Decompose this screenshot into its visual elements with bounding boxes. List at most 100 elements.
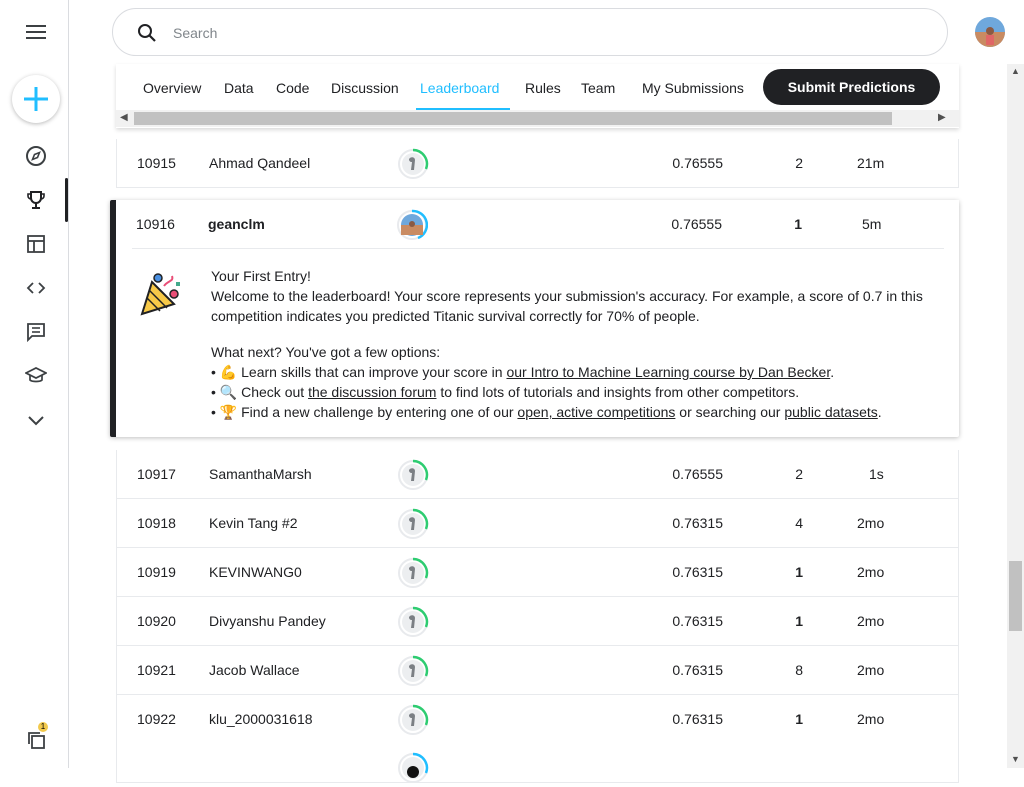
team-avatar[interactable] — [397, 606, 429, 638]
team-avatar[interactable] — [397, 704, 429, 736]
left-nav-rail: 1 — [0, 0, 69, 768]
score: 0.76555 — [672, 466, 723, 482]
user-avatar[interactable] — [975, 17, 1005, 47]
learn-icon[interactable] — [20, 360, 52, 392]
message-next: What next? You've got a few options: — [211, 344, 441, 360]
option-item-learn: • 💪 Learn skills that can improve your s… — [211, 364, 835, 380]
tab-overview[interactable]: Overview — [143, 80, 201, 96]
search-bar — [112, 8, 948, 56]
scrollbar-thumb[interactable] — [1009, 561, 1022, 631]
last-submission: 5m — [862, 216, 882, 232]
tab-my-submissions[interactable]: My Submissions — [642, 80, 744, 96]
my-row[interactable]: 10916 geanclm 0.76555 1 5m — [116, 200, 959, 249]
code-icon[interactable] — [20, 272, 52, 304]
message-body: Welcome to the leaderboard! Your score r… — [211, 288, 923, 324]
table-row[interactable]: 10920 Divyanshu Pandey 0.76315 1 2mo — [116, 597, 959, 646]
team-name[interactable]: klu_2000031618 — [209, 711, 313, 727]
team-avatar[interactable] — [397, 557, 429, 589]
rank: 10921 — [137, 662, 176, 678]
compass-icon[interactable] — [20, 140, 52, 172]
discussion-forum-link[interactable]: the discussion forum — [308, 384, 436, 400]
entries: 1 — [795, 613, 803, 629]
rank: 10918 — [137, 515, 176, 531]
scroll-down-icon[interactable]: ▼ — [1011, 754, 1020, 764]
last-submission: 2mo — [857, 564, 885, 580]
entries: 8 — [795, 662, 803, 678]
table-icon[interactable] — [20, 228, 52, 260]
table-row[interactable]: 10921 Jacob Wallace 0.76315 8 2mo — [116, 646, 959, 695]
rank: 10917 — [137, 466, 176, 482]
last-submission: 2mo — [857, 515, 885, 531]
table-row[interactable]: 10922 klu_2000031618 0.76315 1 2mo — [116, 695, 959, 744]
score: 0.76555 — [672, 155, 723, 171]
intro-ml-course-link[interactable]: our Intro to Machine Learning course by … — [506, 364, 830, 380]
horizontal-scrollbar[interactable]: ◀ ▶ — [116, 110, 959, 127]
divider — [132, 248, 944, 249]
active-indicator — [65, 178, 68, 222]
competition-tabs: Overview Data Code Discussion Leaderboar… — [116, 64, 959, 128]
plus-icon — [24, 87, 48, 111]
entries: 4 — [795, 515, 803, 531]
score: 0.76555 — [671, 216, 722, 232]
score: 0.76315 — [672, 515, 723, 531]
table-row[interactable]: 10917 SamanthaMarsh 0.76555 2 1s — [116, 450, 959, 499]
team-avatar[interactable] — [397, 148, 429, 180]
option-item-competitions: • 🏆 Find a new challenge by entering one… — [211, 404, 882, 420]
entries: 1 — [795, 711, 803, 727]
last-submission: 2mo — [857, 662, 885, 678]
discussion-icon[interactable] — [20, 316, 52, 348]
scrollbar-thumb[interactable] — [134, 112, 892, 125]
table-row-partial[interactable] — [116, 743, 959, 783]
score: 0.76315 — [672, 662, 723, 678]
submit-predictions-button[interactable]: Submit Predictions — [763, 69, 940, 105]
score: 0.76315 — [672, 613, 723, 629]
last-submission: 1s — [869, 466, 884, 482]
tab-discussion[interactable]: Discussion — [331, 80, 399, 96]
public-datasets-link[interactable]: public datasets — [784, 404, 877, 420]
table-row[interactable]: 10918 Kevin Tang #2 0.76315 4 2mo — [116, 499, 959, 548]
team-avatar[interactable] — [397, 508, 429, 540]
rank: 10922 — [137, 711, 176, 727]
table-row[interactable]: 10919 KEVINWANG0 0.76315 1 2mo — [116, 548, 959, 597]
trophy-emoji-icon: 🏆 — [219, 404, 238, 420]
team-name[interactable]: Jacob Wallace — [209, 662, 300, 678]
entries: 1 — [794, 216, 802, 232]
team-avatar[interactable] — [397, 459, 429, 491]
team-avatar[interactable] — [397, 752, 429, 784]
tab-rules[interactable]: Rules — [525, 80, 561, 96]
trophy-icon[interactable] — [20, 184, 52, 216]
flexed-biceps-icon: 💪 — [219, 364, 238, 380]
team-name[interactable]: SamanthaMarsh — [209, 466, 312, 482]
my-entry-card: 10916 geanclm 0.76555 1 5m Your First En… — [110, 200, 959, 437]
team-name[interactable]: KEVINWANG0 — [209, 564, 302, 580]
rank: 10916 — [136, 216, 175, 232]
last-submission: 2mo — [857, 613, 885, 629]
entries: 1 — [795, 564, 803, 580]
team-name[interactable]: Ahmad Qandeel — [209, 155, 310, 171]
search-icon — [137, 23, 157, 48]
tab-data[interactable]: Data — [224, 80, 254, 96]
active-competitions-link[interactable]: open, active competitions — [517, 404, 675, 420]
rank: 10919 — [137, 564, 176, 580]
table-row[interactable]: 10915 Ahmad Qandeel 0.76555 2 21m — [116, 139, 959, 188]
search-input[interactable] — [173, 21, 913, 45]
scroll-up-icon[interactable]: ▲ — [1011, 66, 1020, 76]
tab-code[interactable]: Code — [276, 80, 309, 96]
option-item-discussion: • 🔍 Check out the discussion forum to fi… — [211, 384, 800, 400]
tab-team[interactable]: Team — [581, 80, 615, 96]
vertical-scrollbar[interactable]: ▲ ▼ — [1007, 64, 1024, 768]
chevron-down-icon[interactable] — [20, 404, 52, 436]
team-avatar[interactable] — [396, 209, 429, 241]
tab-leaderboard[interactable]: Leaderboard — [420, 80, 499, 96]
entries: 2 — [795, 155, 803, 171]
magnifier-icon: 🔍 — [219, 384, 238, 400]
team-name[interactable]: Kevin Tang #2 — [209, 515, 297, 531]
team-name[interactable]: Divyanshu Pandey — [209, 613, 326, 629]
create-button[interactable] — [12, 75, 60, 123]
team-avatar[interactable] — [397, 655, 429, 687]
scroll-left-icon[interactable]: ◀ — [120, 112, 128, 123]
team-name[interactable]: geanclm — [208, 216, 265, 232]
message-title: Your First Entry! — [211, 268, 311, 284]
menu-icon[interactable] — [20, 16, 52, 48]
scroll-right-icon[interactable]: ▶ — [938, 112, 946, 123]
